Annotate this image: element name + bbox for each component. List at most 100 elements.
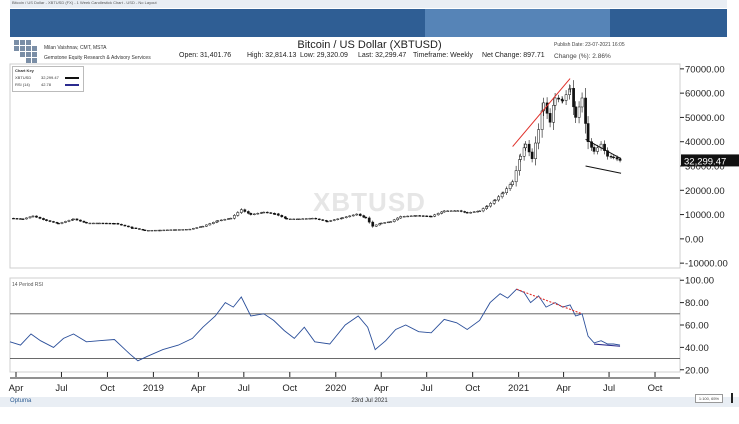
x-tick-label: 2021 — [508, 383, 529, 394]
price-candle-body — [442, 210, 446, 213]
price-candle-body — [98, 222, 101, 225]
x-tick-label: Jul — [55, 383, 67, 394]
price-candle-body — [265, 211, 269, 214]
price-candle-body — [28, 216, 32, 219]
price-candle-body — [199, 226, 202, 228]
price-candle-body — [574, 106, 577, 118]
price-candle-body — [493, 199, 497, 202]
price-candle-body — [481, 208, 485, 212]
price-candle-body — [42, 218, 45, 220]
price-candle-body — [612, 156, 615, 159]
price-candle-body — [208, 223, 212, 226]
price-candle-body — [383, 222, 387, 224]
price-y-tick-label: 10000.00 — [685, 210, 725, 221]
price-candle-body — [463, 211, 467, 213]
price-candle-body — [301, 218, 305, 220]
price-candle-body — [105, 222, 108, 225]
price-candle-body — [478, 210, 481, 212]
x-tick-label: Apr — [374, 383, 389, 394]
price-candle-body — [367, 217, 371, 223]
price-candle-body — [321, 219, 325, 221]
price-candle-body — [568, 88, 572, 90]
price-pane-frame — [9, 63, 681, 269]
price-candle-body — [336, 218, 340, 220]
price-candle-body — [178, 229, 181, 231]
price-candle-body — [433, 214, 437, 217]
price-candle-body — [246, 211, 250, 214]
price-candle-body — [332, 219, 336, 221]
price-candle-body — [52, 221, 55, 223]
price-candle-body — [166, 229, 169, 231]
price-candle-body — [519, 156, 522, 160]
price-candle-body — [169, 229, 173, 231]
price-and-rsi-chart[interactable]: 14 Period RSI 70000.00 60000.00 50000.00 400… — [0, 0, 739, 424]
price-candle-body — [57, 222, 60, 225]
price-candle-body — [21, 218, 25, 220]
price-candle-body — [425, 215, 429, 217]
price-candle-body — [386, 221, 390, 224]
zoom-button[interactable]: 1:100, 65% — [695, 394, 723, 403]
price-candle-body — [236, 212, 240, 216]
price-candle-body — [564, 94, 568, 101]
price-candle-body — [205, 224, 208, 227]
price-candle-body — [185, 229, 188, 231]
price-candle-body — [592, 147, 596, 152]
price-candle-body — [195, 227, 199, 229]
price-candle-body — [329, 220, 333, 222]
price-candle-body — [392, 219, 396, 222]
price-candle-body — [505, 188, 508, 193]
x-tick-label: Oct — [465, 383, 480, 394]
price-candle-body — [485, 205, 489, 208]
rsi-pane-title: 14 Period RSI — [12, 282, 43, 288]
price-candle-body — [374, 224, 378, 227]
price-candle-body — [527, 143, 531, 153]
price-candle-body — [45, 219, 48, 221]
price-candle-body — [60, 222, 64, 224]
price-candle-body — [259, 212, 263, 214]
price-candle-body — [85, 222, 88, 224]
price-candle-body — [440, 211, 444, 214]
rsi-y-tick-label: 20.00 — [685, 365, 709, 376]
price-candle-body — [421, 215, 425, 217]
price-candle-body — [72, 218, 75, 220]
price-y-tick-label: 70000.00 — [685, 64, 725, 75]
price-candle-body — [557, 97, 560, 100]
price-candle-body — [229, 217, 233, 220]
price-y-tick-label: -10000.00 — [685, 259, 728, 270]
price-candle-body — [618, 158, 622, 161]
price-y-tick-label: 50000.00 — [685, 113, 725, 124]
price-candle-body — [615, 157, 619, 160]
price-candle-body — [223, 219, 227, 221]
price-y-tick-label: 0.00 — [685, 234, 704, 245]
price-candle-body — [239, 209, 243, 213]
price-candle-body — [75, 218, 79, 221]
price-candle-body — [348, 215, 352, 218]
price-candle-body — [325, 220, 329, 223]
price-candle-body — [584, 97, 587, 124]
price-candle-body — [418, 215, 422, 217]
x-tick-label: Jul — [603, 383, 615, 394]
price-candle-body — [64, 221, 67, 223]
price-candle-body — [79, 219, 82, 222]
price-candle-body — [276, 213, 280, 216]
price-candle-body — [537, 129, 540, 144]
chart-date-label: 23rd Jul 2021 — [351, 398, 388, 404]
price-candle-body — [262, 211, 266, 214]
price-red-trendline — [512, 78, 571, 147]
price-candle-body — [150, 229, 154, 232]
price-candle-body — [534, 142, 537, 159]
price-candle-body — [379, 222, 383, 225]
price-candle-body — [449, 210, 453, 212]
price-candle-body — [586, 123, 590, 142]
price-candle-body — [116, 223, 120, 225]
price-y-tick-label: 20000.00 — [685, 186, 725, 197]
price-candle-body — [127, 225, 130, 228]
right-edge-marker — [731, 393, 733, 403]
price-candle-body — [552, 105, 555, 123]
price-candle-body — [67, 220, 71, 222]
price-candle-body — [436, 213, 440, 216]
price-y-tick-label: 40000.00 — [685, 137, 725, 148]
price-candle-body — [399, 216, 403, 219]
price-candle-body — [38, 216, 42, 219]
price-candle-body — [216, 220, 220, 222]
